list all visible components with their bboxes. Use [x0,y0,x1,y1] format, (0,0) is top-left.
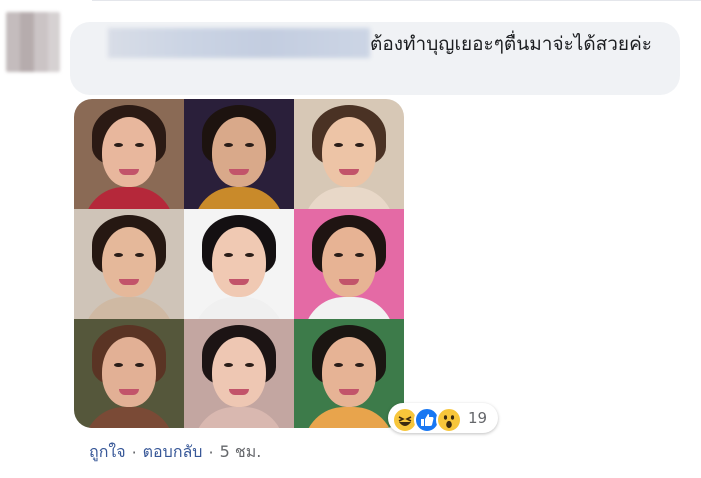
comment-bubble: ต้องทำบุญเยอะๆตื่นมาจ่ะได้สวยค่ะ [70,22,680,95]
portrait-eyes [294,319,404,428]
portrait-eyes [294,209,404,319]
portrait-eyes [74,319,184,428]
portrait-photo[interactable] [184,99,294,209]
separator: · [208,443,214,462]
portrait-photo[interactable] [184,319,294,428]
portrait-photo[interactable] [74,99,184,209]
portrait-photo[interactable] [184,209,294,319]
portrait-photo[interactable] [74,209,184,319]
portrait-mouth [229,279,249,285]
top-divider [92,0,701,1]
portrait-photo[interactable] [294,319,404,428]
portrait-mouth [339,169,359,175]
comment-actions: ถูกใจ · ตอบกลับ · 5 ชม. [89,440,261,465]
portrait-eyes [184,209,294,319]
portrait-mouth [339,279,359,285]
portrait-photo[interactable] [294,99,404,209]
photo-collage[interactable] [74,99,404,428]
portrait-mouth [339,389,359,395]
portrait-mouth [229,389,249,395]
portrait-eyes [74,99,184,209]
portrait-eyes [184,319,294,428]
avatar[interactable] [6,12,60,72]
reaction-summary[interactable]: 19 [388,403,498,433]
wow-icon [436,407,462,433]
reply-link[interactable]: ตอบกลับ [143,440,203,465]
portrait-eyes [184,99,294,209]
portrait-mouth [119,169,139,175]
like-link[interactable]: ถูกใจ [89,440,126,465]
comment-text: ต้องทำบุญเยอะๆตื่นมาจ่ะได้สวยค่ะ [370,33,652,55]
portrait-mouth [119,279,139,285]
portrait-mouth [229,169,249,175]
portrait-photo[interactable] [74,319,184,428]
reaction-count: 19 [468,409,488,427]
separator: · [131,443,137,462]
portrait-photo[interactable] [294,209,404,319]
portrait-eyes [74,209,184,319]
portrait-mouth [119,389,139,395]
portrait-eyes [294,99,404,209]
timestamp[interactable]: 5 ชม. [220,440,262,465]
